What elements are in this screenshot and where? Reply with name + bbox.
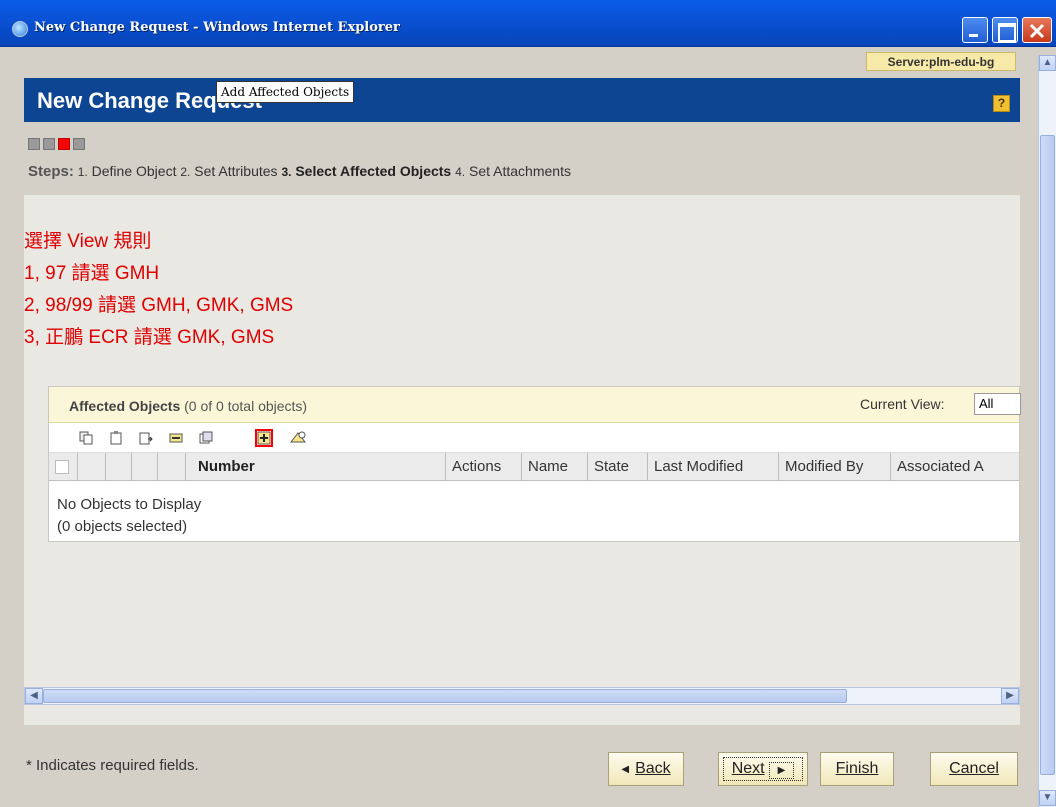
close-icon <box>1029 23 1045 39</box>
column-actions[interactable]: Actions <box>445 453 521 481</box>
step-set-attachments: Set Attachments <box>469 163 571 179</box>
scroll-down-icon[interactable]: ▼ <box>1039 790 1056 806</box>
table-header: Number Actions Name State Last Modified … <box>49 453 1019 481</box>
column-icon-2 <box>105 453 131 481</box>
step-define-object: Define Object <box>91 163 177 179</box>
note-line: 選擇 View 規則 <box>24 231 152 252</box>
step-number: 2. <box>180 165 191 179</box>
affected-objects-title-text: Affected Objects <box>69 398 181 414</box>
affected-objects-panel: Affected Objects (0 of 0 total objects) … <box>48 386 1021 542</box>
help-icon[interactable]: ? <box>993 95 1010 112</box>
horizontal-scroll-thumb[interactable] <box>43 689 847 703</box>
next-label: Next <box>731 760 765 777</box>
maximize-button[interactable] <box>992 17 1018 43</box>
column-last-modified[interactable]: Last Modified <box>647 453 778 481</box>
scroll-right-icon[interactable]: ▶ <box>1001 688 1019 704</box>
minimize-button[interactable] <box>962 17 988 43</box>
close-window-button[interactable] <box>1022 17 1052 43</box>
selection-count: (0 objects selected) <box>57 518 188 535</box>
empty-message: No Objects to Display <box>57 496 202 513</box>
step-progress <box>28 138 85 150</box>
steps-label: Steps: <box>28 163 74 180</box>
window-icon[interactable] <box>197 429 215 447</box>
cancel-button[interactable]: Cancel <box>930 752 1018 786</box>
collect-objects-icon[interactable] <box>289 429 307 447</box>
finish-button[interactable]: Finish <box>820 752 894 786</box>
paste-icon[interactable] <box>107 429 125 447</box>
scroll-up-icon[interactable]: ▲ <box>1039 55 1056 71</box>
server-label: Server:plm-edu-bg <box>866 52 1016 71</box>
back-arrow-icon: ◀ <box>621 763 630 775</box>
next-button[interactable]: Next ▶ <box>718 752 808 786</box>
column-state[interactable]: State <box>587 453 647 481</box>
copy-icon[interactable] <box>77 429 95 447</box>
column-icon-4 <box>157 453 185 481</box>
add-affected-objects-icon[interactable] <box>255 429 273 447</box>
column-icon-1 <box>77 453 105 481</box>
column-name[interactable]: Name <box>521 453 587 481</box>
select-all-checkbox[interactable] <box>55 460 69 474</box>
required-asterisk: * <box>26 757 32 774</box>
affected-objects-count: (0 of 0 total objects) <box>184 398 308 414</box>
horizontal-scrollbar[interactable]: ◀ ▶ <box>24 687 1020 705</box>
vertical-scrollbar[interactable]: ▲ ▼ <box>1038 55 1056 807</box>
note-line: 3, 正鵬 ECR 請選 GMK, GMS <box>24 327 275 348</box>
view-rule-notes: 選擇 View 規則 1, 97 請選 GMH 2, 98/99 請選 GMH,… <box>24 226 293 354</box>
step-number: 3. <box>281 165 292 179</box>
next-label-wrap: Next ▶ <box>722 757 804 781</box>
current-view-select[interactable]: All <box>974 393 1021 415</box>
column-modified-by[interactable]: Modified By <box>778 453 890 481</box>
cancel-label: Cancel <box>949 760 999 777</box>
current-view-label: Current View: <box>860 396 945 412</box>
column-associated[interactable]: Associated A <box>890 453 1020 481</box>
column-icon-3 <box>131 453 157 481</box>
affected-objects-title: Affected Objects (0 of 0 total objects) <box>69 398 307 414</box>
step-number: 4. <box>455 165 466 179</box>
step-set-attributes: Set Attributes <box>194 163 278 179</box>
step-number: 1. <box>77 165 88 179</box>
tooltip: Add Affected Objects <box>216 81 355 103</box>
internet-explorer-icon <box>12 21 28 37</box>
step-select-affected-objects: Select Affected Objects <box>295 163 452 179</box>
affected-objects-toolbar <box>49 423 1019 453</box>
page-header: New Change Request ? <box>24 78 1020 122</box>
window-title: New Change Request - Windows Internet Ex… <box>34 20 400 35</box>
next-arrow-icon: ▶ <box>768 762 795 779</box>
remove-icon[interactable] <box>167 429 185 447</box>
progress-step-3-active <box>58 138 70 150</box>
title-bar: New Change Request - Windows Internet Ex… <box>0 0 1056 47</box>
back-label: Back <box>635 760 671 777</box>
scroll-left-icon[interactable]: ◀ <box>25 688 43 704</box>
steps-breadcrumb: Steps: 1. Define Object 2. Set Attribute… <box>28 163 571 180</box>
column-number[interactable]: Number <box>185 453 415 481</box>
back-button[interactable]: ◀ Back <box>608 752 684 786</box>
paste-special-icon[interactable] <box>137 429 155 447</box>
affected-objects-header: Affected Objects (0 of 0 total objects) … <box>49 387 1021 423</box>
vertical-scroll-thumb[interactable] <box>1040 135 1055 775</box>
progress-step-4 <box>73 138 85 150</box>
note-line: 1, 97 請選 GMH <box>24 263 160 284</box>
required-fields-text: Indicates required fields. <box>36 757 199 774</box>
finish-label: Finish <box>835 760 879 777</box>
note-line: 2, 98/99 請選 GMH, GMK, GMS <box>24 295 294 316</box>
required-fields-note: * Indicates required fields. <box>26 757 199 774</box>
progress-step-1 <box>28 138 40 150</box>
progress-step-2 <box>43 138 55 150</box>
